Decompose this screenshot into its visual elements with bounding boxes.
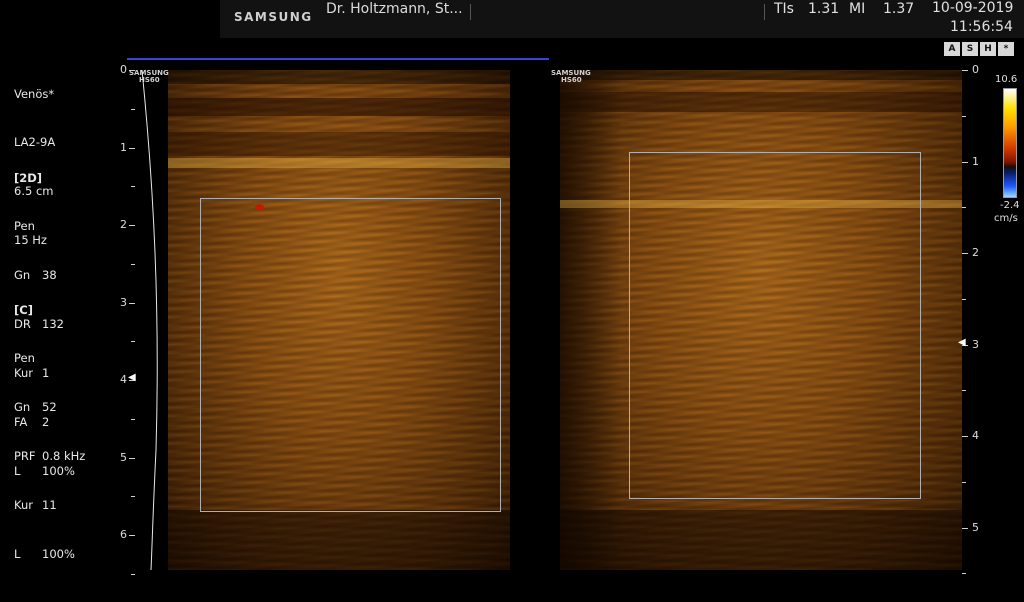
- param-value: 0.8 kHz: [42, 449, 86, 464]
- mode-color-title: [C]: [14, 302, 33, 317]
- dark-band: [168, 132, 510, 156]
- scan-icon[interactable]: S: [962, 42, 978, 56]
- mode-2d-mode: Pen: [14, 219, 35, 234]
- active-panel-indicator: [127, 58, 549, 60]
- doctor-name[interactable]: Dr. Holtzmann, St...: [326, 1, 463, 17]
- depth-tick-minor: [131, 263, 135, 265]
- mode-2d-title: [2D]: [14, 170, 43, 185]
- header-divider: [470, 4, 471, 20]
- depth-tick-minor: [962, 390, 966, 392]
- depth-tick-major: [962, 527, 968, 529]
- depth-tick-minor: [131, 108, 135, 110]
- exam-date: 10-09-2019: [932, 0, 1014, 16]
- depth-label: 1: [120, 140, 127, 154]
- depth-label: 5: [120, 450, 127, 464]
- param-row: PRF 0.8 kHz: [14, 448, 85, 464]
- right-ultrasound-image[interactable]: [560, 70, 962, 570]
- header-divider: [764, 4, 765, 20]
- mode-color-mode: Pen: [14, 351, 35, 366]
- param-key: PRF: [14, 449, 36, 464]
- tgc-curve: [141, 70, 158, 571]
- tis-value: 1.31: [808, 1, 840, 17]
- focus-marker[interactable]: ◀: [958, 337, 966, 348]
- depth-label: 0: [972, 63, 979, 76]
- mi-label: MI: [849, 1, 866, 17]
- param-row: L 100%: [14, 546, 85, 562]
- preset-name: Venös*: [14, 86, 55, 101]
- depth-label: 2: [972, 246, 979, 259]
- depth-tick-major: [129, 70, 135, 71]
- param-key: Gn: [14, 400, 31, 415]
- probe-tag-model: HS60: [561, 76, 582, 84]
- depth-tick-major: [129, 147, 135, 149]
- depth-tick-minor: [131, 573, 135, 575]
- right-depth-ruler: 0 1 2 3 4 5: [962, 63, 979, 575]
- color-roi-box[interactable]: [200, 198, 501, 512]
- exam-time: 11:56:54: [950, 19, 1013, 35]
- depth-tick-minor: [131, 186, 135, 188]
- depth-tick-major: [129, 457, 135, 459]
- focus-marker[interactable]: ◀: [128, 372, 136, 383]
- depth-tick-major: [962, 161, 968, 163]
- scale-unit: cm/s: [994, 213, 1018, 224]
- mode-icons: A S H *: [944, 42, 1014, 56]
- left-ultrasound-image[interactable]: [168, 70, 510, 570]
- depth-tick-minor: [962, 115, 966, 117]
- depth-tick-major: [962, 70, 968, 71]
- mi-value: 1.37: [883, 1, 915, 17]
- param-key: L: [14, 547, 21, 562]
- acoustic-icon[interactable]: A: [944, 42, 960, 56]
- depth-tick-major: [129, 225, 135, 226]
- depth-tick-minor: [131, 341, 135, 343]
- depth-tick-major: [962, 253, 968, 254]
- probe-tag: SAMSUNG HS60: [551, 70, 591, 84]
- left-shadow: [560, 70, 622, 570]
- param-row: Gn 52: [14, 399, 85, 415]
- fascia-band: [168, 158, 510, 168]
- depth-tick-minor: [962, 207, 966, 209]
- param-value: 11: [42, 498, 57, 513]
- param-key: Kur: [14, 498, 33, 513]
- depth-label: 3: [972, 337, 979, 351]
- depth-label: 3: [120, 295, 127, 309]
- depth-tick-minor: [962, 298, 966, 300]
- scale-min: -2.4: [1000, 200, 1020, 211]
- tis-label: TIs: [774, 1, 794, 17]
- left-depth-ruler: 0 1 2 3 4 5 6: [120, 63, 135, 575]
- depth-tick-major: [962, 436, 968, 437]
- depth-tick-minor: [962, 573, 966, 575]
- color-roi-box[interactable]: [629, 152, 921, 499]
- depth-tick-minor: [962, 481, 966, 483]
- mode-color-panel: [C] Pen Gn 52 PRF 0.8 kHz Kur 11 L 100%: [14, 269, 85, 579]
- depth-label: 2: [120, 218, 127, 231]
- depth-tick-minor: [131, 496, 135, 498]
- depth-label: 6: [120, 528, 127, 541]
- depth-label: 1: [972, 154, 979, 168]
- scale-max: 10.6: [995, 74, 1018, 85]
- skin-band: [168, 70, 510, 84]
- depth-label: 4: [972, 429, 979, 442]
- depth-tick-major: [129, 302, 135, 304]
- depth-tick-minor: [131, 418, 135, 420]
- depth-tick-major: [129, 535, 135, 536]
- dark-band: [168, 98, 510, 116]
- freeze-icon[interactable]: *: [998, 42, 1014, 56]
- deep-band: [168, 510, 510, 570]
- param-row: Kur 11: [14, 497, 85, 513]
- color-velocity-scale: [1003, 88, 1017, 198]
- harmonic-icon[interactable]: H: [980, 42, 996, 56]
- depth-label: 0: [120, 63, 127, 76]
- param-value: 52: [42, 400, 57, 415]
- param-value: 100%: [42, 547, 75, 562]
- deep-band: [560, 510, 962, 570]
- depth-label: 5: [972, 520, 979, 534]
- brand-logo: SAMSUNG: [234, 10, 313, 24]
- depth-label: 4: [120, 373, 127, 386]
